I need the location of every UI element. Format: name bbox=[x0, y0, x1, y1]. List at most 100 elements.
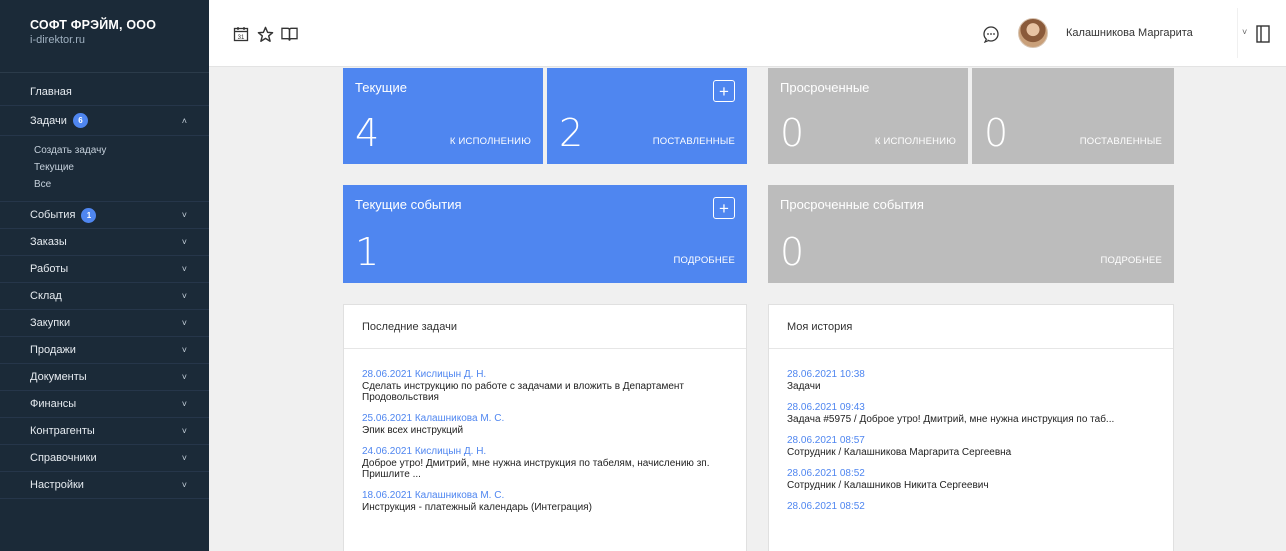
history-timestamp[interactable]: 28.06.2021 08:52 bbox=[787, 501, 1163, 513]
details-link[interactable]: ПОДРОБНЕЕ bbox=[1100, 255, 1162, 266]
history-timestamp[interactable]: 28.06.2021 08:52 bbox=[787, 468, 1163, 480]
top-bar: 31 Калашникова Маргарита ˅ bbox=[209, 0, 1286, 67]
sidebar-item-tasks[interactable]: Задачи 6 ˄ bbox=[0, 106, 209, 136]
sidebar-item-home[interactable]: Главная bbox=[0, 79, 209, 106]
list-item[interactable]: 28.06.2021 08:57 Сотрудник / Калашникова… bbox=[787, 435, 1163, 458]
sidebar-item-label: Продажи bbox=[30, 344, 76, 356]
card-count: 0 bbox=[984, 111, 1009, 155]
add-event-button[interactable]: + bbox=[713, 197, 735, 219]
overdue-tasks-assigned-card[interactable]: 0 ПОСТАВЛЕННЫЕ bbox=[972, 68, 1174, 164]
tasks-submenu: Создать задачу Текущие Все bbox=[0, 136, 209, 202]
sidebar-item-settings[interactable]: Настройки ˅ bbox=[0, 472, 209, 499]
card-count: 0 bbox=[780, 230, 805, 274]
list-item[interactable]: 28.06.2021 10:38 Задачи bbox=[787, 369, 1163, 392]
sidebar-item-label: События bbox=[30, 209, 76, 221]
card-count: 0 bbox=[780, 111, 805, 155]
calendar-icon[interactable]: 31 bbox=[231, 24, 251, 44]
sidebar-item-label: Заказы bbox=[30, 236, 67, 248]
list-item[interactable]: 18.06.2021 Калашникова М. С. Инструкция … bbox=[362, 490, 736, 513]
brand[interactable]: СОФТ ФРЭЙМ, ООО i-direktor.ru bbox=[0, 0, 209, 73]
sidebar-subitem-all[interactable]: Все bbox=[34, 176, 209, 193]
sidebar-item-label: Финансы bbox=[30, 398, 77, 410]
card-title: Текущие bbox=[355, 80, 407, 95]
task-meta[interactable]: 28.06.2021 Кислицын Д. Н. bbox=[362, 369, 736, 381]
chevron-down-icon: ˅ bbox=[181, 291, 187, 301]
company-name: СОФТ ФРЭЙМ, ООО bbox=[30, 18, 157, 32]
overdue-events-card[interactable]: Просроченные события 0 ПОДРОБНЕЕ bbox=[768, 185, 1174, 283]
current-tasks-assigned-card[interactable]: + 2 ПОСТАВЛЕННЫЕ bbox=[547, 68, 747, 164]
sidebar-item-label: Контрагенты bbox=[30, 425, 95, 437]
sidebar-item-purchases[interactable]: Закупки ˅ bbox=[0, 310, 209, 337]
sidebar-item-orders[interactable]: Заказы ˅ bbox=[0, 229, 209, 256]
list-item[interactable]: 28.06.2021 08:52 Сотрудник / Калашников … bbox=[787, 468, 1163, 491]
card-title: Просроченные события bbox=[780, 197, 924, 212]
sidebar-item-label: Работы bbox=[30, 263, 69, 275]
history-text: Сотрудник / Калашников Никита Сергеевич bbox=[787, 480, 989, 491]
details-link[interactable]: ПОДРОБНЕЕ bbox=[673, 255, 735, 266]
sidebar-item-documents[interactable]: Документы ˅ bbox=[0, 364, 209, 391]
task-text: Сделать инструкцию по работе с задачами … bbox=[362, 381, 685, 403]
current-tasks-to-do-card[interactable]: Текущие 4 К ИСПОЛНЕНИЮ bbox=[343, 68, 543, 164]
sidebar-item-directories[interactable]: Справочники ˅ bbox=[0, 445, 209, 472]
add-task-button[interactable]: + bbox=[713, 80, 735, 102]
card-count: 2 bbox=[559, 111, 584, 155]
current-events-card[interactable]: Текущие события + 1 ПОДРОБНЕЕ bbox=[343, 185, 747, 283]
history-timestamp[interactable]: 28.06.2021 08:57 bbox=[787, 435, 1163, 447]
card-caption: ПОСТАВЛЕННЫЕ bbox=[1079, 136, 1162, 147]
sidebar-item-label: Главная bbox=[30, 86, 72, 98]
sidebar-item-counterparties[interactable]: Контрагенты ˅ bbox=[0, 418, 209, 445]
chevron-down-icon[interactable]: ˅ bbox=[1242, 27, 1247, 37]
divider bbox=[1237, 8, 1238, 58]
sidebar-item-label: Задачи bbox=[30, 114, 67, 127]
chevron-down-icon: ˅ bbox=[181, 426, 187, 436]
sidebar-item-sales[interactable]: Продажи ˅ bbox=[0, 337, 209, 364]
list-item[interactable]: 24.06.2021 Кислицын Д. Н. Доброе утро! Д… bbox=[362, 446, 736, 480]
sidebar: СОФТ ФРЭЙМ, ООО i-direktor.ru Главная За… bbox=[0, 0, 209, 551]
panel-toggle-icon[interactable] bbox=[1253, 24, 1273, 44]
sidebar-item-label: Настройки bbox=[30, 479, 84, 491]
star-icon[interactable] bbox=[255, 24, 275, 44]
card-title: Текущие события bbox=[355, 197, 462, 212]
sidebar-item-label: Склад bbox=[30, 290, 62, 302]
chevron-down-icon: ˅ bbox=[181, 399, 187, 409]
list-item[interactable]: 25.06.2021 Калашникова М. С. Эпик всех и… bbox=[362, 413, 736, 436]
list-item[interactable]: 28.06.2021 08:52 bbox=[787, 501, 1163, 513]
list-item[interactable]: 28.06.2021 09:43 Задача #5975 / Доброе у… bbox=[787, 402, 1163, 425]
avatar[interactable] bbox=[1018, 18, 1048, 48]
panel-title: Последние задачи bbox=[344, 305, 746, 349]
task-meta[interactable]: 25.06.2021 Калашникова М. С. bbox=[362, 413, 736, 425]
history-timestamp[interactable]: 28.06.2021 09:43 bbox=[787, 402, 1163, 414]
last-tasks-list: 28.06.2021 Кислицын Д. Н. Сделать инстру… bbox=[344, 349, 746, 513]
sidebar-item-finance[interactable]: Финансы ˅ bbox=[0, 391, 209, 418]
tasks-count-badge: 6 bbox=[72, 113, 88, 128]
task-meta[interactable]: 18.06.2021 Калашникова М. С. bbox=[362, 490, 736, 502]
chevron-down-icon: ˅ bbox=[181, 318, 187, 328]
overdue-tasks-to-do-card[interactable]: Просроченные 0 К ИСПОЛНЕНИЮ bbox=[768, 68, 968, 164]
chevron-down-icon: ˅ bbox=[181, 264, 187, 274]
user-name[interactable]: Калашникова Маргарита bbox=[1066, 27, 1193, 39]
sidebar-item-events[interactable]: События 1 ˅ bbox=[0, 202, 209, 229]
card-caption: ПОСТАВЛЕННЫЕ bbox=[652, 136, 735, 147]
sidebar-item-label: Справочники bbox=[30, 452, 97, 464]
task-meta[interactable]: 24.06.2021 Кислицын Д. Н. bbox=[362, 446, 736, 458]
sidebar-subitem-current[interactable]: Текущие bbox=[34, 159, 209, 176]
list-item[interactable]: 28.06.2021 Кислицын Д. Н. Сделать инстру… bbox=[362, 369, 736, 403]
history-timestamp[interactable]: 28.06.2021 10:38 bbox=[787, 369, 1163, 381]
chevron-down-icon: ˅ bbox=[181, 237, 187, 247]
sidebar-item-works[interactable]: Работы ˅ bbox=[0, 256, 209, 283]
chat-icon[interactable] bbox=[981, 24, 1001, 44]
card-title: Просроченные bbox=[780, 80, 870, 95]
chevron-down-icon: ˅ bbox=[181, 480, 187, 490]
sidebar-subitem-create-task[interactable]: Создать задачу bbox=[34, 142, 209, 159]
panel-title: Моя история bbox=[769, 305, 1173, 349]
history-text: Задача #5975 / Доброе утро! Дмитрий, мне… bbox=[787, 414, 1115, 425]
task-text: Эпик всех инструкций bbox=[362, 425, 464, 436]
card-caption: К ИСПОЛНЕНИЮ bbox=[449, 136, 531, 147]
chevron-down-icon: ˅ bbox=[181, 372, 187, 382]
history-text: Задачи bbox=[787, 381, 821, 392]
task-text: Инструкция - платежный календарь (Интегр… bbox=[362, 502, 592, 513]
card-caption: К ИСПОЛНЕНИЮ bbox=[874, 136, 956, 147]
sidebar-item-warehouse[interactable]: Склад ˅ bbox=[0, 283, 209, 310]
book-icon[interactable] bbox=[279, 24, 299, 44]
my-history-panel: Моя история 28.06.2021 10:38 Задачи 28.0… bbox=[768, 304, 1174, 551]
